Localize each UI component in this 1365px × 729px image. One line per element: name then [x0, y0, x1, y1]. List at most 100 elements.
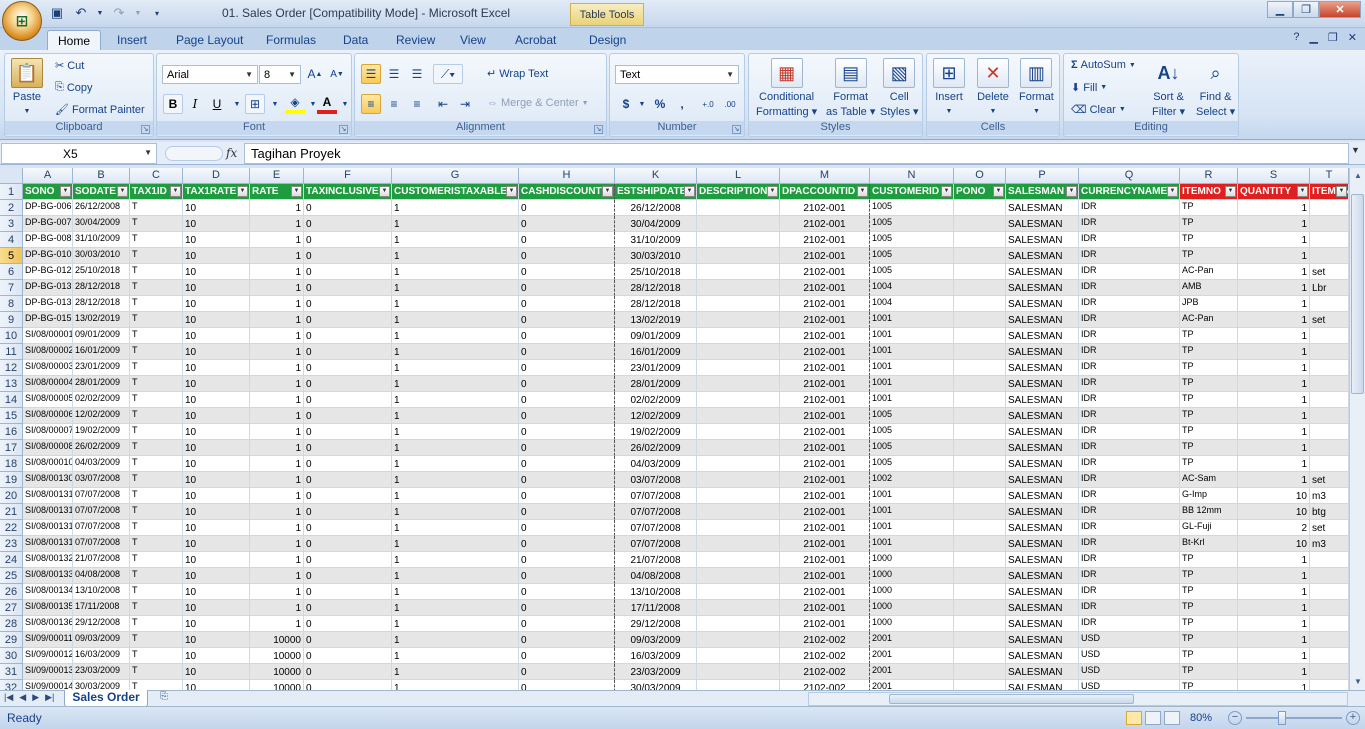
table-cell[interactable]: 10 [183, 488, 250, 504]
table-cell[interactable]: 10 [183, 584, 250, 600]
table-cell[interactable]: 1 [1238, 376, 1310, 392]
table-cell[interactable]: 0 [304, 472, 392, 488]
table-cell[interactable]: 2102-002 [780, 664, 870, 680]
table-cell[interactable]: 1001 [870, 312, 954, 328]
table-cell[interactable] [697, 680, 780, 690]
table-cell[interactable]: 1001 [870, 360, 954, 376]
table-cell[interactable]: SI/08/00006 [23, 408, 73, 424]
table-cell[interactable]: SALESMAN [1006, 280, 1079, 296]
tab-home[interactable]: Home [47, 30, 102, 50]
table-cell[interactable]: SI/09/00011 [23, 632, 73, 648]
row-header[interactable]: 8 [0, 296, 23, 312]
table-cell[interactable] [1310, 648, 1349, 664]
table-cell[interactable]: 1 [250, 552, 304, 568]
table-cell[interactable]: 1 [250, 264, 304, 280]
table-cell[interactable]: 02/02/2009 [615, 392, 697, 408]
align-bottom-icon[interactable]: ☰ [407, 64, 427, 84]
filter-dropdown-icon[interactable]: ▼ [941, 186, 952, 197]
table-cell[interactable]: IDR [1079, 568, 1180, 584]
close-icon[interactable]: ✕ [1319, 1, 1361, 18]
font-name-select[interactable]: Arial ▼ [162, 65, 258, 84]
table-cell[interactable]: 1 [1238, 296, 1310, 312]
row-header[interactable]: 6 [0, 264, 23, 280]
table-cell[interactable]: 1 [392, 472, 519, 488]
table-cell[interactable]: T [130, 232, 183, 248]
table-cell[interactable]: 0 [519, 504, 615, 520]
table-cell[interactable]: 2102-001 [780, 280, 870, 296]
table-cell[interactable]: 2102-001 [780, 552, 870, 568]
table-cell[interactable]: 1 [392, 424, 519, 440]
fill-color-icon[interactable]: ◈ [285, 94, 305, 114]
table-cell[interactable]: 0 [519, 296, 615, 312]
table-cell[interactable]: 1 [250, 488, 304, 504]
table-cell[interactable]: TP [1180, 216, 1238, 232]
table-cell[interactable]: 1 [250, 248, 304, 264]
table-cell[interactable]: IDR [1079, 408, 1180, 424]
normal-view-icon[interactable] [1126, 711, 1142, 725]
table-cell[interactable]: 10 [183, 408, 250, 424]
table-cell[interactable]: 1004 [870, 296, 954, 312]
paste-button[interactable]: 📋 Paste ▼ [11, 58, 43, 118]
table-cell[interactable]: 1005 [870, 408, 954, 424]
redo-dropdown-icon[interactable]: ▼ [134, 4, 142, 22]
table-cell[interactable]: 0 [519, 408, 615, 424]
table-cell[interactable]: 30/04/2009 [615, 216, 697, 232]
table-cell[interactable]: 0 [304, 440, 392, 456]
table-cell[interactable]: 1 [1238, 424, 1310, 440]
table-cell[interactable]: 10 [183, 600, 250, 616]
table-cell[interactable]: SI/08/00001 [23, 328, 73, 344]
format-painter-button[interactable]: 🖌 Format Painter [55, 103, 145, 117]
table-cell[interactable]: TP [1180, 648, 1238, 664]
table-cell[interactable]: IDR [1079, 296, 1180, 312]
table-cell[interactable]: SALESMAN [1006, 344, 1079, 360]
table-cell[interactable]: 0 [304, 344, 392, 360]
table-cell[interactable] [1310, 616, 1349, 632]
table-cell[interactable]: 30/03/2009 [615, 680, 697, 690]
table-cell[interactable]: 28/01/2009 [615, 376, 697, 392]
column-header-t[interactable]: T [1310, 168, 1349, 184]
table-cell[interactable] [697, 392, 780, 408]
table-cell[interactable] [1310, 680, 1349, 690]
table-cell[interactable] [1310, 440, 1349, 456]
increase-indent-icon[interactable]: ⇥ [455, 94, 475, 114]
table-cell[interactable]: SALESMAN [1006, 392, 1079, 408]
table-cell[interactable]: 1005 [870, 248, 954, 264]
table-cell[interactable]: 10 [183, 216, 250, 232]
table-cell[interactable]: 16/03/2009 [73, 648, 130, 664]
table-cell[interactable]: 1 [392, 632, 519, 648]
zoom-slider[interactable] [1246, 717, 1342, 719]
table-cell[interactable]: 0 [519, 248, 615, 264]
table-cell[interactable]: 10 [183, 360, 250, 376]
filter-dropdown-icon[interactable]: ▼ [237, 186, 248, 197]
table-cell[interactable]: SI/09/00013 [23, 664, 73, 680]
tab-view[interactable]: View [450, 30, 496, 50]
table-cell[interactable] [954, 408, 1006, 424]
conditional-formatting-button[interactable]: ▦ Conditional Formatting ▾ [756, 58, 817, 118]
table-cell[interactable] [1310, 328, 1349, 344]
table-cell[interactable]: 1001 [870, 520, 954, 536]
table-cell[interactable]: SALESMAN [1006, 312, 1079, 328]
table-cell[interactable]: 1 [250, 280, 304, 296]
table-cell[interactable]: SALESMAN [1006, 200, 1079, 216]
office-button[interactable]: ⊞ [2, 1, 42, 41]
table-cell[interactable]: 0 [304, 360, 392, 376]
table-cell[interactable]: 09/01/2009 [615, 328, 697, 344]
header-cell[interactable]: DESCRIPTION ▼ [697, 184, 780, 200]
table-cell[interactable] [697, 408, 780, 424]
table-cell[interactable]: 1005 [870, 456, 954, 472]
table-cell[interactable]: 0 [304, 504, 392, 520]
find-select-button[interactable]: ⌕ Find & Select ▾ [1196, 58, 1235, 118]
table-cell[interactable]: 2102-002 [780, 632, 870, 648]
table-cell[interactable]: 26/02/2009 [615, 440, 697, 456]
ribbon-close-icon[interactable]: ✕ [1348, 31, 1357, 44]
filter-dropdown-icon[interactable]: ▼ [767, 186, 778, 197]
table-cell[interactable]: 1001 [870, 504, 954, 520]
table-cell[interactable]: 1005 [870, 200, 954, 216]
row-header[interactable]: 29 [0, 632, 23, 648]
table-cell[interactable]: 2102-001 [780, 456, 870, 472]
table-cell[interactable]: T [130, 568, 183, 584]
header-cell[interactable]: SODATE ▼ [73, 184, 130, 200]
table-cell[interactable]: 1 [1238, 328, 1310, 344]
table-cell[interactable]: 1 [392, 488, 519, 504]
table-cell[interactable]: SALESMAN [1006, 616, 1079, 632]
